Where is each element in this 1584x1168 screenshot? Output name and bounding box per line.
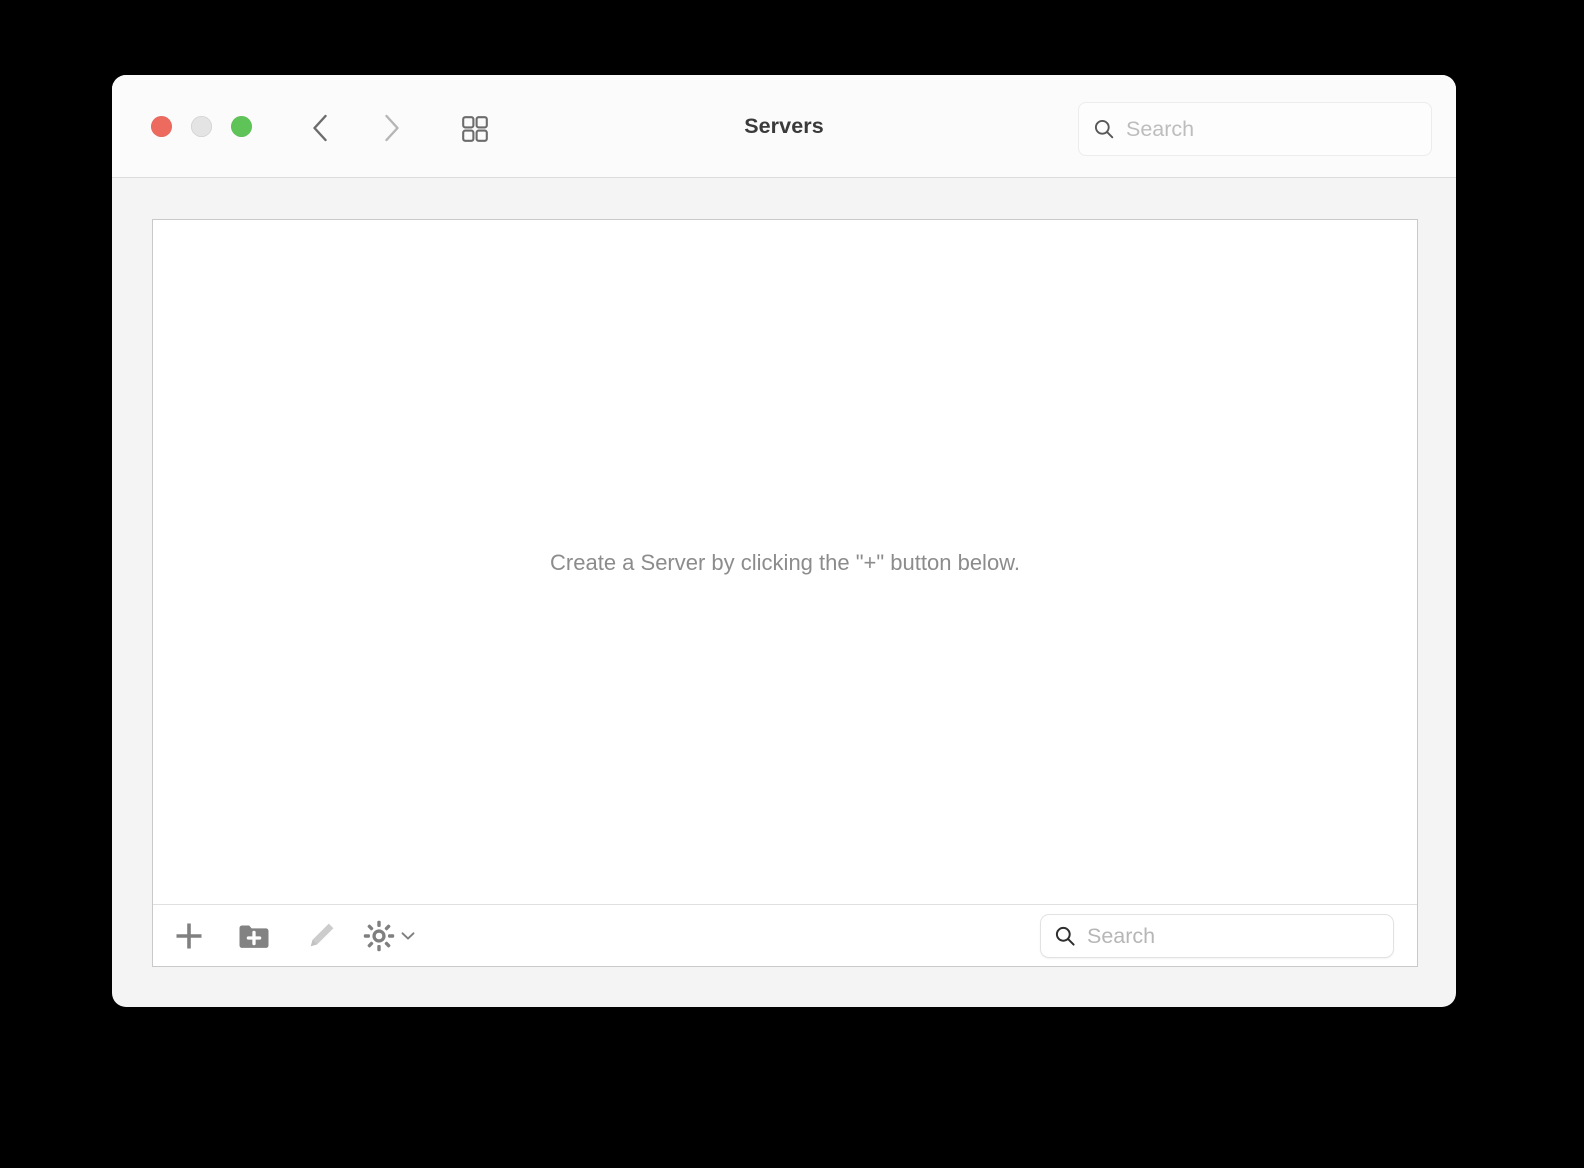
panel-search-field[interactable]: Search	[1040, 914, 1394, 958]
grid-view-icon	[462, 116, 488, 142]
add-server-button[interactable]	[164, 911, 214, 961]
window-titlebar: Servers Search	[112, 75, 1456, 178]
edit-button	[296, 911, 346, 961]
empty-state-message: Create a Server by clicking the "+" butt…	[550, 550, 1020, 575]
toolbar-search-placeholder: Search	[1126, 116, 1195, 141]
panel-search-placeholder: Search	[1087, 923, 1156, 948]
pencil-icon	[310, 923, 334, 947]
search-icon	[1094, 119, 1114, 139]
close-window-button[interactable]	[151, 116, 172, 137]
chevron-right-icon	[385, 114, 399, 142]
servers-list-panel: Create a Server by clicking the "+" butt…	[152, 219, 1418, 967]
chevron-left-icon	[313, 114, 327, 142]
zoom-window-button[interactable]	[231, 116, 252, 137]
toolbar-search-field[interactable]: Search	[1078, 102, 1432, 156]
search-icon	[1055, 926, 1075, 946]
panel-bottom-toolbar: Search	[153, 904, 1417, 966]
settings-button[interactable]	[356, 911, 426, 961]
forward-button[interactable]	[373, 109, 411, 147]
plus-icon	[176, 923, 202, 949]
minimize-window-button[interactable]	[191, 116, 212, 137]
gear-icon	[363, 920, 395, 952]
chevron-down-icon	[401, 932, 415, 940]
folder-plus-icon	[239, 925, 269, 948]
app-window: Servers Search Create a Server by clicki…	[112, 75, 1456, 1007]
grid-view-button[interactable]	[455, 111, 495, 147]
add-folder-button[interactable]	[229, 911, 279, 961]
back-button[interactable]	[301, 109, 339, 147]
